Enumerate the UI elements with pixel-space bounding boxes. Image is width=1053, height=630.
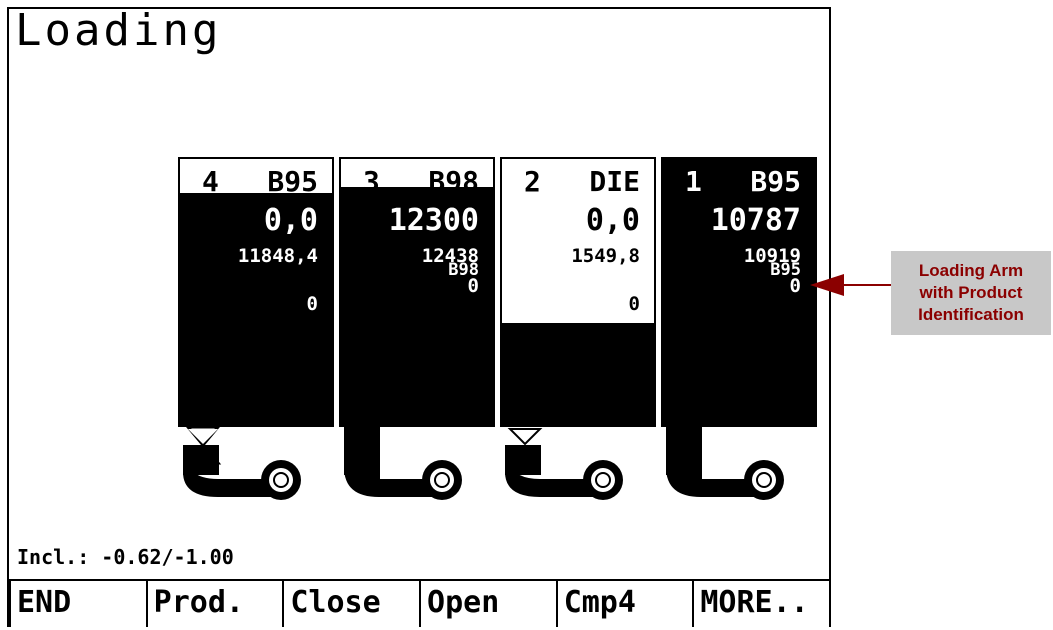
compartment-header: 4 B95 (180, 161, 332, 201)
compartment-extra: 0 (467, 275, 479, 297)
compartment-extra: 0 (628, 293, 640, 315)
compartment-number: 3 (363, 165, 380, 198)
softkey-more[interactable]: MORE.. (694, 581, 830, 627)
compartment-total: 1549,8 (571, 245, 640, 267)
compartment-header: 2 DIE (502, 161, 654, 201)
compartment-extra: 0 (789, 275, 801, 297)
callout-line: Loading Arm (918, 261, 1024, 280)
inclination-readout: Incl.: -0.62/-1.00 (17, 545, 234, 569)
compartment-number: 4 (202, 165, 219, 198)
callout-line: with Product (919, 283, 1023, 302)
compartment-product: B95 (750, 165, 801, 198)
compartment-header: 3 B98 (341, 161, 493, 201)
compartment-header: 1 B95 (663, 161, 815, 201)
softkey-bar: END Prod. Close Open Cmp4 MORE.. (9, 579, 830, 627)
softkey-open[interactable]: Open (421, 581, 558, 627)
compartment-product: B95 (267, 165, 318, 198)
compartment-3[interactable]: 3 B98 12300 12438 B98 0 (339, 157, 495, 427)
loading-arm-3-icon[interactable] (339, 427, 499, 517)
compartment-1[interactable]: 1 B95 10787 10919 B95 0 (661, 157, 817, 427)
compartment-4[interactable]: 4 B95 0,0 11848,4 0 (178, 157, 334, 427)
softkey-close[interactable]: Close (284, 581, 422, 627)
loading-screen: Loading 4 B95 0,0 11848,4 0 3 B98 12300 … (7, 5, 831, 627)
compartment-number: 1 (685, 165, 702, 198)
compartment-volume: 0,0 (263, 203, 318, 238)
screen-title: Loading (15, 5, 222, 56)
softkey-product[interactable]: Prod. (147, 581, 285, 627)
compartment-extra: 0 (306, 293, 318, 315)
compartment-volume: 0,0 (585, 203, 640, 238)
loading-arm-callout: Loading Arm with Product Identification (891, 251, 1051, 335)
compartment-number: 2 (524, 165, 541, 198)
callout-arrow-icon (810, 274, 892, 296)
softkey-cmp4[interactable]: Cmp4 (557, 581, 695, 627)
softkey-end[interactable]: END (9, 581, 148, 627)
compartment-total: 11848,4 (237, 245, 318, 267)
compartment-product: B98 (428, 165, 479, 198)
compartment-product: DIE (589, 165, 640, 198)
loading-arm-1-icon[interactable] (661, 427, 821, 517)
loading-arm-4-icon[interactable] (178, 427, 338, 517)
loading-arm-2-icon[interactable] (500, 427, 660, 517)
compartment-2[interactable]: 2 DIE 0,0 1549,8 0 (500, 157, 656, 427)
compartment-volume: 10787 (710, 203, 801, 238)
callout-line: Identification (918, 305, 1024, 324)
compartment-volume: 12300 (388, 203, 479, 238)
